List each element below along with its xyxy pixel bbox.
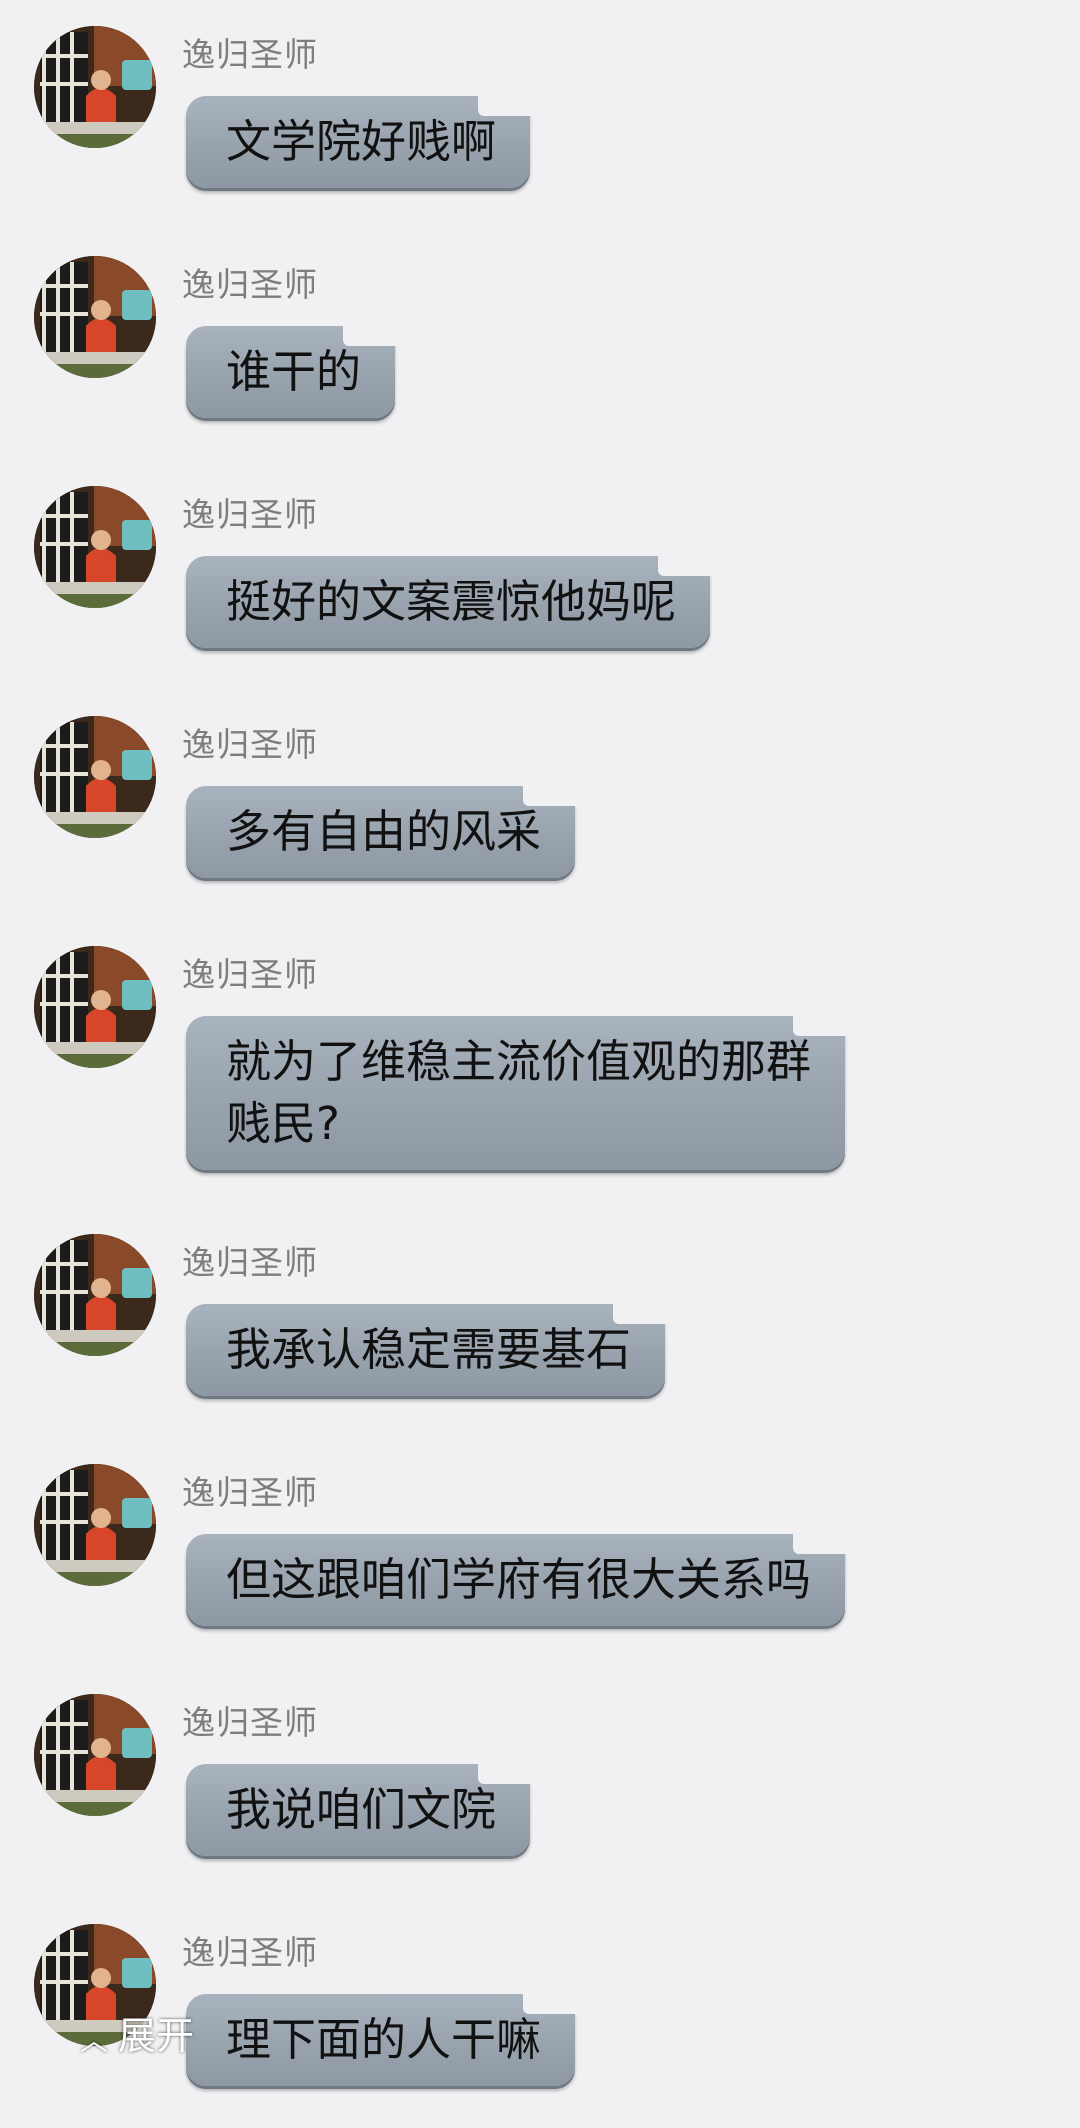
sender-name: 逸归圣师 — [182, 725, 318, 764]
avatar-image — [34, 26, 156, 148]
chat-message: 逸归圣师 就为了维稳主流价值观的那群 贱民? — [0, 920, 1080, 1170]
sender-name: 逸归圣师 — [182, 1473, 318, 1512]
avatar-image — [34, 1464, 156, 1586]
avatar[interactable] — [34, 256, 156, 378]
message-bubble[interactable]: 我说咱们文院 — [186, 1756, 539, 1856]
avatar-image — [34, 1694, 156, 1816]
message-bubble[interactable]: 就为了维稳主流价值观的那群 贱民? — [186, 1008, 854, 1170]
expand-label: 展开 — [118, 2014, 195, 2058]
avatar[interactable] — [34, 486, 156, 608]
avatar[interactable] — [34, 1464, 156, 1586]
sender-name: 逸归圣师 — [182, 1703, 318, 1742]
avatar[interactable] — [34, 1234, 156, 1356]
avatar-image — [34, 256, 156, 378]
expand-button[interactable]: ︿ 展开 — [80, 2005, 194, 2060]
message-bubble[interactable]: 但这跟咱们学府有很大关系吗 — [186, 1526, 854, 1626]
avatar[interactable] — [34, 946, 156, 1068]
avatar-image — [34, 946, 156, 1068]
chat-message: 逸归圣师 但这跟咱们学府有很大关系吗 — [0, 1438, 1080, 1668]
message-bubble[interactable]: 多有自由的风采 — [186, 778, 584, 878]
avatar-image — [34, 716, 156, 838]
avatar[interactable] — [34, 1694, 156, 1816]
avatar-image — [34, 1234, 156, 1356]
avatar-image — [34, 486, 156, 608]
message-bubble[interactable]: 谁干的 — [186, 318, 404, 418]
message-bubble[interactable]: 我承认稳定需要基石 — [186, 1296, 674, 1396]
sender-name: 逸归圣师 — [182, 1243, 318, 1282]
message-bubble[interactable]: 理下面的人干嘛 — [186, 1986, 584, 2086]
chat-message: 逸归圣师 多有自由的风采 — [0, 690, 1080, 920]
chat-message: 逸归圣师 谁干的 — [0, 230, 1080, 460]
avatar[interactable] — [34, 716, 156, 838]
chat-message: 逸归圣师 文学院好贱啊 — [0, 0, 1080, 230]
sender-name: 逸归圣师 — [182, 265, 318, 304]
chat-message: 逸归圣师 挺好的文案震惊他妈呢 — [0, 460, 1080, 690]
sender-name: 逸归圣师 — [182, 955, 318, 994]
chat-message: 逸归圣师 我承认稳定需要基石 — [0, 1208, 1080, 1438]
avatar[interactable] — [34, 26, 156, 148]
message-bubble[interactable]: 挺好的文案震惊他妈呢 — [186, 548, 719, 648]
sender-name: 逸归圣师 — [182, 495, 318, 534]
chevron-up-icon: ︿ — [80, 2023, 109, 2057]
message-bubble[interactable]: 文学院好贱啊 — [186, 88, 539, 188]
sender-name: 逸归圣师 — [182, 1933, 318, 1972]
chat-message: 逸归圣师 我说咱们文院 — [0, 1668, 1080, 1898]
sender-name: 逸归圣师 — [182, 35, 318, 74]
